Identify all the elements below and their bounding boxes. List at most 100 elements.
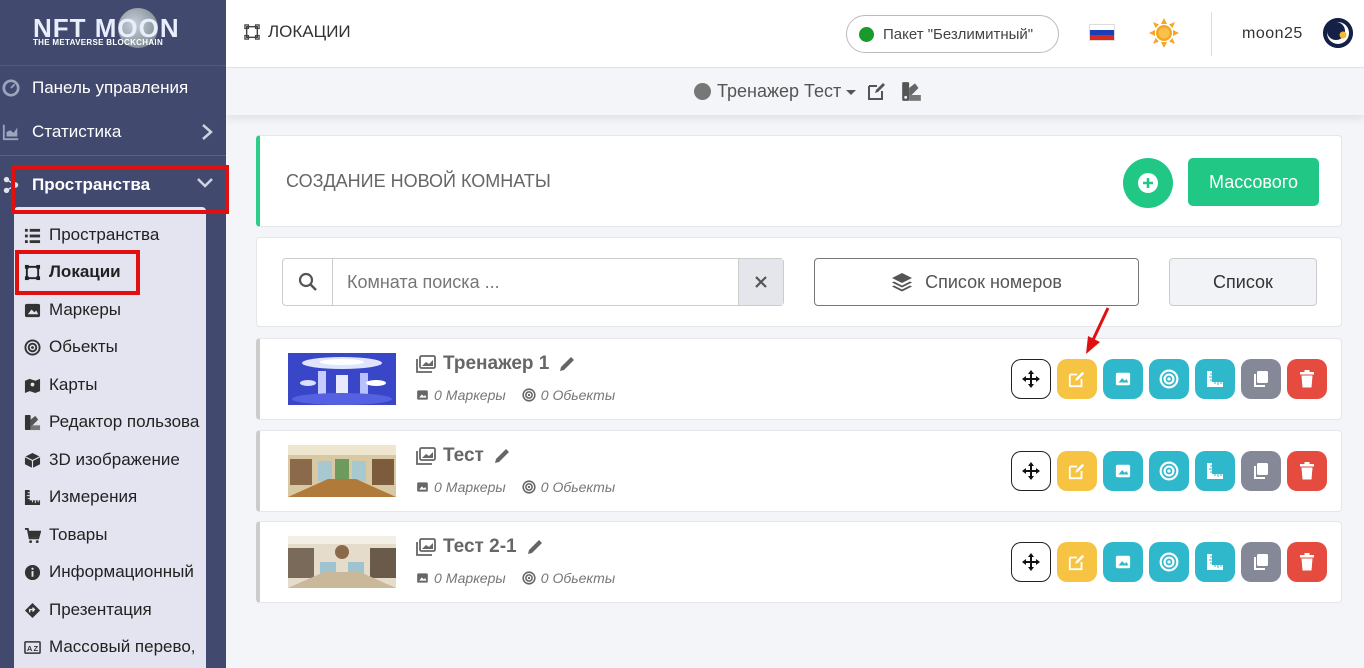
room-actions (1011, 542, 1327, 582)
submenu-item-objects[interactable]: Обьекты (24, 329, 206, 365)
pencil-icon[interactable] (558, 355, 576, 373)
submenu-item-3d-image[interactable]: 3D изображение (24, 442, 206, 478)
room-meta: 0 Маркеры 0 Обьекты (416, 387, 615, 403)
search-icon[interactable] (283, 259, 333, 305)
objects-button[interactable] (1149, 451, 1189, 491)
submenu-item-label: Пространства (49, 225, 160, 244)
copy-icon (1254, 554, 1268, 570)
username[interactable]: moon25 (1242, 25, 1303, 43)
plus-circle-icon (1138, 173, 1158, 193)
submenu-item-maps[interactable]: Карты (24, 367, 206, 403)
room-thumbnail[interactable] (288, 536, 396, 588)
edit-space-icon[interactable] (867, 81, 887, 101)
move-button[interactable] (1011, 451, 1051, 491)
images-icon (416, 355, 436, 373)
markers-button[interactable] (1103, 542, 1143, 582)
sidebar-item-statistics[interactable]: Статистика (0, 110, 226, 154)
submenu-item-presentation[interactable]: Презентация (24, 592, 206, 628)
swatch-icon[interactable] (901, 81, 922, 102)
markers-button[interactable] (1103, 451, 1143, 491)
edit-button[interactable] (1057, 542, 1097, 582)
markers-label: Маркеры (445, 479, 506, 495)
objects-button[interactable] (1149, 542, 1189, 582)
space-dropdown[interactable]: Тренажер Тест (694, 81, 857, 102)
objects-label: Обьекты (552, 479, 616, 495)
submenu-item-info[interactable]: Информационный (24, 554, 206, 590)
submenu-item-mass-translate[interactable]: AZ Массовый перево, (24, 629, 206, 665)
map-icon (24, 378, 41, 393)
ruler-icon (24, 489, 41, 505)
rooms-list-button[interactable]: Список номеров (814, 258, 1139, 306)
room-title: Тест 2-1 (416, 536, 544, 558)
target-icon (522, 388, 536, 402)
move-button[interactable] (1011, 542, 1051, 582)
room-name: Тест 2-1 (443, 536, 517, 557)
room-row: Тренажер 1 0 Маркеры 0 Обьекты (256, 338, 1342, 420)
submenu-item-label: Редактор пользова (49, 412, 200, 431)
pencil-icon[interactable] (526, 538, 544, 556)
submenu-item-products[interactable]: Товары (24, 517, 206, 553)
russian-flag-icon[interactable] (1089, 24, 1115, 41)
submenu-item-label: Массовый перево, (49, 637, 196, 656)
objects-button[interactable] (1149, 359, 1189, 399)
move-button[interactable] (1011, 359, 1051, 399)
room-thumbnail[interactable] (288, 353, 396, 405)
arrows-move-icon (1022, 370, 1040, 388)
svg-text:A: A (27, 643, 33, 652)
add-room-button[interactable] (1123, 158, 1173, 208)
markers-button[interactable] (1103, 359, 1143, 399)
delete-button[interactable] (1287, 359, 1327, 399)
package-label: Пакет "Безлимитный" (883, 25, 1034, 43)
images-icon (416, 447, 436, 465)
mass-create-button[interactable]: Массового (1188, 158, 1319, 206)
measurements-button[interactable] (1195, 542, 1235, 582)
copy-button[interactable] (1241, 451, 1281, 491)
cart-icon (24, 527, 41, 543)
space-name: Тренажер Тест (717, 81, 842, 101)
trash-icon (1300, 370, 1314, 388)
edit-button[interactable] (1057, 451, 1097, 491)
submenu-item-spaces[interactable]: Пространства (24, 217, 206, 253)
chart-icon (2, 124, 19, 141)
search-input[interactable] (333, 259, 738, 305)
highlight-box-spaces (11, 165, 229, 214)
edit-icon (1068, 554, 1085, 571)
logo[interactable]: NFT MOON THE METAVERSE BLOCKCHAIN (0, 0, 226, 66)
space-selector-bar: Тренажер Тест (226, 69, 1364, 115)
info-icon (24, 564, 41, 580)
submenu-item-measurements[interactable]: Измерения (24, 479, 206, 515)
sun-theme-icon[interactable] (1148, 17, 1180, 49)
copy-icon (1254, 371, 1268, 387)
submenu-item-user-editor[interactable]: Редактор пользова (24, 404, 206, 440)
copy-button[interactable] (1241, 542, 1281, 582)
create-room-card: СОЗДАНИЕ НОВОЙ КОМНАТЫ Массового (256, 135, 1342, 227)
delete-button[interactable] (1287, 542, 1327, 582)
submenu-item-label: Измерения (49, 487, 138, 506)
submenu-item-markers[interactable]: Маркеры (24, 292, 206, 328)
object-count: 0 (540, 570, 549, 586)
measurements-button[interactable] (1195, 451, 1235, 491)
target-icon (1159, 552, 1179, 572)
ruler-icon (1207, 554, 1223, 570)
avatar[interactable] (1323, 18, 1353, 48)
submenu-item-label: Обьекты (49, 337, 118, 356)
image-icon (417, 390, 428, 400)
svg-text:Z: Z (33, 643, 38, 652)
list-view-button[interactable]: Список (1169, 258, 1317, 306)
copy-button[interactable] (1241, 359, 1281, 399)
pencil-icon[interactable] (493, 447, 511, 465)
room-row: Тест 0 Маркеры 0 Обьекты (256, 430, 1342, 512)
clear-search-button[interactable] (738, 259, 783, 305)
delete-button[interactable] (1287, 451, 1327, 491)
sidebar-item-dashboard[interactable]: Панель управления (0, 66, 226, 110)
measurements-button[interactable] (1195, 359, 1235, 399)
submenu-item-label: Товары (49, 525, 108, 544)
sidebar-item-label: Панель управления (32, 78, 189, 97)
submenu-item-label: Карты (49, 375, 98, 394)
rooms-list-label: Список номеров (925, 271, 1062, 292)
room-thumbnail[interactable] (288, 445, 396, 497)
edit-button[interactable] (1057, 359, 1097, 399)
package-badge[interactable]: Пакет "Безлимитный" (846, 15, 1059, 53)
search-card: Список номеров Список (256, 237, 1342, 327)
close-icon (755, 276, 767, 288)
